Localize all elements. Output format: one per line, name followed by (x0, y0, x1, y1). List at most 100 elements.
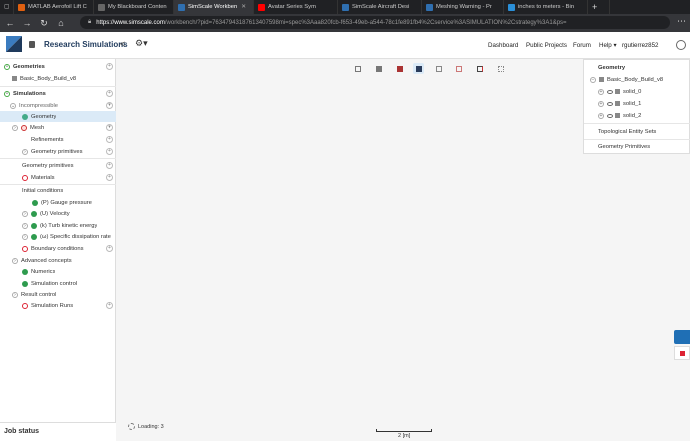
add-material-button[interactable]: + (106, 174, 113, 181)
tree-turb-ke[interactable]: › (k) Turb kinetic energy (0, 220, 116, 231)
tree-initial-conditions[interactable]: Initial conditions (0, 185, 116, 196)
browser-tab-7[interactable]: inches to meters - Bin (504, 0, 588, 14)
tree-result-control[interactable]: › Result control (0, 289, 116, 300)
browser-tab-4[interactable]: Avatar Series Sym (254, 0, 338, 14)
browser-tab-5[interactable]: SimScale Aircraft Desi (338, 0, 422, 14)
tree-numerics[interactable]: Numerics (0, 266, 116, 277)
chevron-down-icon[interactable]: ⌄ (10, 102, 16, 109)
tree-incompressible[interactable]: ⌄ Incompressible ▾ (0, 100, 116, 111)
add-boundary-condition-button[interactable]: + (106, 245, 113, 252)
tree-geometry-primitives-sub[interactable]: › Geometry primitives + (0, 146, 116, 157)
youtube-favicon-icon (258, 3, 265, 11)
section-view-icon[interactable] (394, 63, 405, 74)
tree-simulations[interactable]: • Simulations + (0, 88, 116, 99)
bug-icon (680, 351, 685, 356)
help-menu[interactable]: Help ▾ (599, 42, 617, 49)
simulations-icon: • (4, 90, 10, 97)
forum-link[interactable]: Forum (573, 42, 591, 49)
expand-icon[interactable]: › (12, 124, 18, 131)
tree-geometry[interactable]: Geometry (0, 111, 116, 122)
expand-icon[interactable]: › (22, 148, 28, 155)
expand-icon[interactable]: + (598, 100, 604, 107)
topological-entity-sets[interactable]: Topological Entity Sets (584, 126, 690, 137)
reload-icon[interactable]: ↻ (37, 16, 51, 30)
expand-icon[interactable]: › (22, 233, 28, 240)
expand-icon[interactable]: + (598, 88, 604, 95)
tree-velocity[interactable]: › (U) Velocity (0, 208, 116, 219)
error-icon (22, 302, 28, 309)
view-cube-icon[interactable] (352, 63, 363, 74)
box-select-icon[interactable] (474, 63, 485, 74)
eye-icon[interactable] (607, 113, 613, 118)
tree-geometry-primitives[interactable]: Geometry primitives + (0, 160, 116, 171)
browser-menu-icon[interactable]: ⋯ (677, 16, 686, 27)
home-icon[interactable]: ⌂ (54, 16, 68, 30)
tree-mesh[interactable]: › Mesh ▾ (0, 122, 116, 133)
tree-dissipation[interactable]: › (ω) Specific dissipation rate (0, 231, 116, 242)
tree-label: (ω) Specific dissipation rate (40, 233, 111, 240)
simulation-options-button[interactable]: ▾ (106, 102, 113, 109)
close-tab-icon[interactable]: ✕ (241, 4, 246, 10)
scene-body-item[interactable]: − Basic_Body_Build_v8 (584, 74, 690, 85)
divider (0, 158, 116, 159)
settings-tool-icon[interactable] (495, 63, 506, 74)
tree-label: Geometry (31, 113, 57, 120)
browser-tab-2[interactable]: My Blackboard Conten (94, 0, 174, 14)
user-menu[interactable]: rgutierrez852 (622, 42, 658, 49)
tree-advanced-concepts[interactable]: › Advanced concepts (0, 255, 116, 266)
browser-tab-1[interactable]: MATLAB Aerofoil Lift C (14, 0, 94, 14)
chat-button[interactable] (674, 330, 690, 344)
tree-refinements[interactable]: Refinements + (0, 134, 116, 145)
scene-geometry-primitives[interactable]: Geometry Primitives (584, 141, 690, 152)
tree-materials[interactable]: Materials + (0, 172, 116, 183)
add-primitive-button[interactable]: + (106, 148, 113, 155)
add-primitive-button-2[interactable]: + (106, 162, 113, 169)
tree-simulation-runs[interactable]: Simulation Runs + (0, 300, 116, 311)
add-run-button[interactable]: + (106, 302, 113, 309)
expand-icon[interactable]: › (12, 291, 18, 298)
tab-label: inches to meters - Bin (518, 4, 575, 10)
new-tab-button[interactable]: + (588, 0, 610, 14)
solid-view-icon[interactable] (373, 63, 384, 74)
job-status-bar[interactable]: Job status (0, 422, 116, 441)
back-icon[interactable]: ← (3, 16, 17, 30)
expand-icon[interactable]: › (22, 210, 28, 217)
project-title[interactable]: Research Simulations (44, 40, 128, 49)
browser-tab-3[interactable]: SimScale Workben ✕ (174, 0, 254, 14)
expand-icon[interactable]: + (598, 112, 604, 119)
collapse-icon[interactable]: − (590, 76, 596, 83)
selection-mode-icon[interactable] (413, 63, 424, 74)
face-view-icon[interactable] (453, 63, 464, 74)
scene-solid-2[interactable]: + solid_2 (584, 110, 690, 121)
scene-solid-1[interactable]: + solid_1 (584, 98, 690, 109)
public-projects-link[interactable]: Public Projects (526, 42, 567, 49)
address-bar[interactable]: 🔒︎ https://www.simscale.com/workbench/?p… (80, 16, 670, 29)
eye-icon[interactable] (607, 89, 613, 94)
mesh-options-button[interactable]: ▾ (106, 124, 113, 131)
forward-icon[interactable]: → (20, 16, 34, 30)
feedback-button[interactable] (674, 346, 690, 360)
tree-geometry-item[interactable]: Basic_Body_Build_v8 (0, 73, 116, 84)
tree-geometries[interactable]: • Geometries + (0, 61, 116, 72)
tree-simulation-control[interactable]: Simulation control (0, 278, 116, 289)
expand-icon[interactable]: › (22, 222, 28, 229)
scene-solid-0[interactable]: + solid_0 (584, 86, 690, 97)
add-simulation-button[interactable]: + (106, 90, 113, 97)
tree-gauge-pressure[interactable]: (P) Gauge pressure (0, 197, 116, 208)
eye-icon[interactable] (607, 101, 613, 106)
settings-gear-icon[interactable]: ⚙▾ (135, 38, 148, 49)
add-geometry-button[interactable]: + (106, 63, 113, 70)
tree-label: Geometry primitives (22, 162, 74, 169)
expand-icon[interactable]: › (12, 257, 18, 264)
share-icon[interactable]: < (120, 39, 125, 49)
node-view-icon[interactable] (433, 63, 444, 74)
avatar[interactable] (676, 40, 686, 50)
browser-tab-6[interactable]: Meshing Warning - Pr (422, 0, 504, 14)
loading-indicator: Loading: 3 (128, 423, 164, 430)
tree-boundary-conditions[interactable]: Boundary conditions + (0, 243, 116, 254)
tree-label: (k) Turb kinetic energy (40, 222, 98, 229)
tab-actions-icon[interactable]: ▢ (0, 0, 14, 14)
dashboard-link[interactable]: Dashboard (488, 42, 518, 49)
divider (584, 123, 690, 124)
add-refinement-button[interactable]: + (106, 136, 113, 143)
